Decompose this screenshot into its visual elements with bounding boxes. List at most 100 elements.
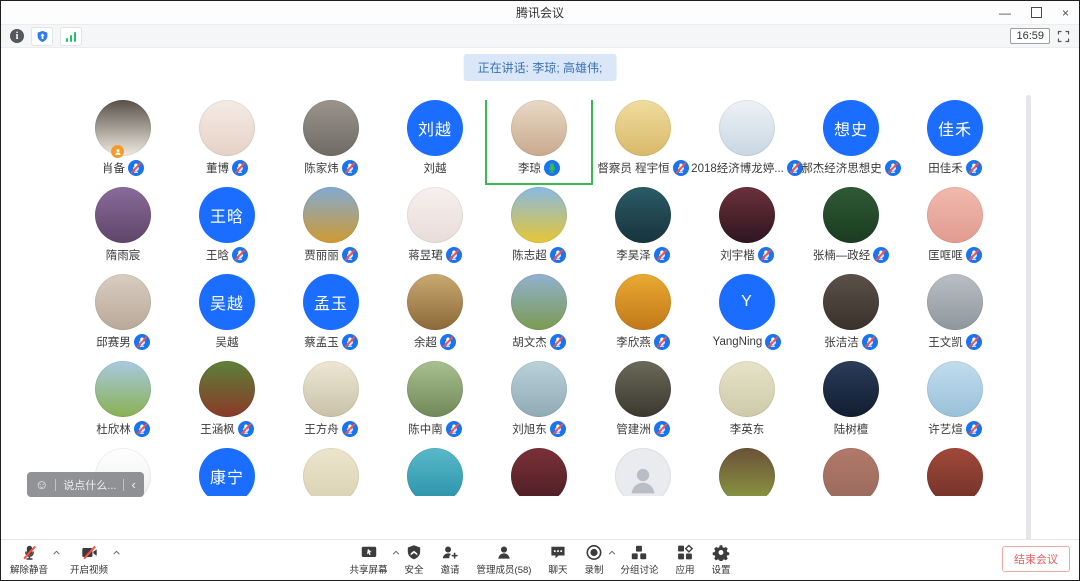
avatar xyxy=(927,361,983,417)
shield-up-icon xyxy=(36,30,49,43)
chat-quick-input[interactable]: ☺ 说点什么... ‹ xyxy=(27,472,144,497)
participant-tile[interactable] xyxy=(279,448,383,496)
participant-tile[interactable] xyxy=(695,448,799,496)
participant-tile[interactable]: 想史 郝杰经济思想史 xyxy=(799,100,903,183)
participant-tile[interactable]: 佳禾 田佳禾 xyxy=(903,100,1007,183)
participant-grid: 肖备 董博 陈家炜 刘越 刘越 李琼 xyxy=(71,100,1011,496)
participant-tile[interactable]: 隋雨宸 xyxy=(71,187,175,270)
participant-tile[interactable]: 杜欣林 xyxy=(71,361,175,444)
participant-tile[interactable]: 张楠—政经 xyxy=(799,187,903,270)
chevron-up-icon[interactable] xyxy=(112,548,121,557)
participant-tile[interactable] xyxy=(903,448,1007,496)
mic-muted-icon xyxy=(758,247,774,263)
chat-input-placeholder[interactable]: 说点什么... xyxy=(63,477,116,493)
fullscreen-button[interactable] xyxy=(1057,30,1070,43)
participant-tile[interactable]: 2018经济博龙婷... xyxy=(695,100,799,183)
toolbar-members-label: 管理成员(58) xyxy=(477,562,532,576)
mic-muted-icon xyxy=(966,247,982,263)
participant-tile[interactable]: 董博 xyxy=(175,100,279,183)
participant-tile[interactable]: 肖备 xyxy=(71,100,175,183)
toolbar-invite-label: 邀请 xyxy=(441,562,460,576)
toolbar-apps-button[interactable]: 应用 xyxy=(675,544,694,576)
toolbar-record-button[interactable]: 录制 xyxy=(584,544,603,576)
mic-muted-icon xyxy=(446,247,462,263)
maximize-button[interactable] xyxy=(1031,7,1042,18)
participant-tile[interactable]: Y YangNing xyxy=(695,274,799,357)
vertical-scrollbar[interactable] xyxy=(1026,95,1031,563)
participant-tile[interactable]: 李英东 xyxy=(695,361,799,444)
toolbar-settings-button[interactable]: 设置 xyxy=(712,544,731,576)
participant-name: 余超 xyxy=(414,334,437,350)
collapse-chat-icon[interactable]: ‹ xyxy=(131,478,135,491)
emoji-icon[interactable]: ☺ xyxy=(35,478,48,491)
apps-icon xyxy=(676,544,693,561)
participant-tile[interactable]: 王晗 王晗 xyxy=(175,187,279,270)
participant-name: 陆树檀 xyxy=(834,421,869,437)
participant-tile[interactable]: 督察员 程宇恒 xyxy=(591,100,695,183)
divider xyxy=(55,479,56,491)
toolbar-unmute-button[interactable]: 解除静音 xyxy=(10,544,48,576)
participant-tile[interactable]: 匡哐哐 xyxy=(903,187,1007,270)
participant-tile[interactable]: 张洁洁 xyxy=(799,274,903,357)
breakout-icon xyxy=(631,544,648,561)
avatar xyxy=(511,274,567,330)
mic-muted-icon xyxy=(873,247,889,263)
avatar xyxy=(407,187,463,243)
chevron-up-icon[interactable] xyxy=(607,548,616,557)
host-badge-icon xyxy=(111,145,124,158)
participant-tile[interactable]: 贾丽丽 xyxy=(279,187,383,270)
avatar xyxy=(511,187,567,243)
participant-tile[interactable]: 陈家炜 xyxy=(279,100,383,183)
participant-tile[interactable]: 王方舟 xyxy=(279,361,383,444)
participant-tile[interactable]: 蒋昱珺 xyxy=(383,187,487,270)
avatar xyxy=(199,361,255,417)
end-meeting-button[interactable]: 结束会议 xyxy=(1002,546,1070,572)
toolbar-breakout-button[interactable]: 分组讨论 xyxy=(620,544,658,576)
participant-tile[interactable]: 陈中南 xyxy=(383,361,487,444)
participant-tile[interactable]: 吴越 吴越 xyxy=(175,274,279,357)
participant-name: 贾丽丽 xyxy=(304,247,339,263)
toolbar-start-video-button[interactable]: 开启视频 xyxy=(70,544,108,576)
avatar xyxy=(303,448,359,496)
mic-muted-icon xyxy=(654,247,670,263)
participant-tile[interactable]: 邱赛男 xyxy=(71,274,175,357)
toolbar-invite-button[interactable]: 邀请 xyxy=(441,544,460,576)
participant-tile[interactable]: 王涵枫 xyxy=(175,361,279,444)
network-security-badge[interactable] xyxy=(31,27,53,46)
chevron-up-icon[interactable] xyxy=(392,548,401,557)
participant-tile[interactable]: 李昊泽 xyxy=(591,187,695,270)
participant-tile[interactable] xyxy=(591,448,695,496)
participant-tile[interactable]: 王文凯 xyxy=(903,274,1007,357)
participant-name: 刘宇楷 xyxy=(720,247,755,263)
signal-strength-indicator[interactable] xyxy=(60,27,82,46)
chevron-up-icon[interactable] xyxy=(52,548,61,557)
minimize-button[interactable]: — xyxy=(999,7,1011,19)
participant-tile[interactable]: 陈志超 xyxy=(487,187,591,270)
participant-tile[interactable]: 康宁 xyxy=(175,448,279,496)
participant-tile[interactable] xyxy=(383,448,487,496)
mic-speaking-icon xyxy=(544,160,560,176)
participant-tile[interactable] xyxy=(799,448,903,496)
close-button[interactable]: × xyxy=(1062,7,1069,19)
toolbar-share-screen-button[interactable]: 共享屏幕 xyxy=(349,544,387,576)
participant-tile[interactable] xyxy=(487,448,591,496)
participant-tile[interactable]: 李欣燕 xyxy=(591,274,695,357)
participant-tile[interactable]: 余超 xyxy=(383,274,487,357)
participant-tile[interactable]: 胡文杰 xyxy=(487,274,591,357)
participant-tile[interactable]: 刘越 刘越 xyxy=(383,100,487,183)
meeting-info-icon[interactable]: i xyxy=(10,29,24,43)
participant-tile[interactable]: 刘旭东 xyxy=(487,361,591,444)
toolbar-chat-button[interactable]: 聊天 xyxy=(548,544,567,576)
participant-tile[interactable]: 孟玉 蔡孟玉 xyxy=(279,274,383,357)
avatar xyxy=(615,274,671,330)
participant-name: 隋雨宸 xyxy=(106,247,141,263)
toolbar-security-button[interactable]: 安全 xyxy=(405,544,424,576)
participant-tile[interactable]: 管建洲 xyxy=(591,361,695,444)
participant-name: 陈家炜 xyxy=(304,160,339,176)
participant-tile[interactable]: 许艺煊 xyxy=(903,361,1007,444)
avatar xyxy=(303,100,359,156)
participant-tile[interactable]: 刘宇楷 xyxy=(695,187,799,270)
participant-tile[interactable]: 陆树檀 xyxy=(799,361,903,444)
toolbar-members-button[interactable]: 管理成员(58) xyxy=(477,544,532,576)
participant-tile[interactable]: 李琼 xyxy=(487,100,591,183)
